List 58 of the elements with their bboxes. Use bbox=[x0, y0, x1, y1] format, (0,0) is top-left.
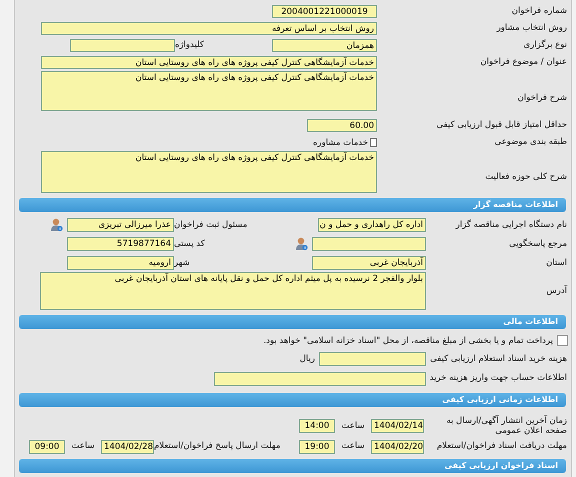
date-field[interactable]: 1404/02/28 bbox=[101, 440, 154, 454]
field-label: کد پستی bbox=[174, 239, 206, 250]
date-field[interactable]: 1404/02/20 bbox=[371, 440, 424, 454]
input-field[interactable]: آذربایجان غربی bbox=[312, 256, 426, 270]
field-label: شرح فراخوان bbox=[516, 92, 568, 105]
time-label: ساعت bbox=[70, 441, 96, 452]
document-icon bbox=[370, 138, 377, 147]
input-field[interactable] bbox=[312, 237, 426, 252]
field-label: شرح کلی حوزه فعالیت bbox=[484, 170, 568, 182]
field-label: شهر bbox=[174, 258, 191, 268]
input-field[interactable]: 60.00 bbox=[307, 119, 377, 132]
time-field[interactable]: 14:00 bbox=[299, 419, 335, 433]
field-label: مهلت ارسال پاسخ فراخوان/استعلام bbox=[154, 441, 282, 452]
input-field[interactable]: اداره کل راهداری و حمل و ن bbox=[318, 218, 426, 232]
text-area[interactable]: بلوار والفجر 2 نرسیده به پل میثم اداره کل حمل و نقل پایانه های استان آذربایجان غربی bbox=[40, 272, 426, 310]
section-header: اسناد فراخوان ارزیابی کیفی bbox=[19, 459, 566, 473]
field-label: اطلاعات حساب جهت واریز هزینه خرید bbox=[428, 373, 568, 384]
time-label: ساعت bbox=[340, 420, 366, 432]
input-field[interactable]: همزمان bbox=[272, 39, 377, 52]
section-header: اطلاعات مالی bbox=[19, 315, 566, 329]
input-field[interactable]: ارومیه bbox=[67, 256, 174, 270]
field-label: هزینه خرید اسناد استعلام ارزیابی کیفی bbox=[429, 354, 568, 364]
field-label: نام دستگاه اجرایی مناقصه گزار bbox=[454, 220, 568, 230]
checkbox[interactable] bbox=[557, 335, 568, 346]
input-field[interactable]: روش انتخاب بر اساس تعرفه bbox=[41, 22, 377, 35]
input-field[interactable]: عذرا میرزالی تبریزی bbox=[67, 218, 174, 232]
field-label: زمان آخرین انتشار آگهی/ارسال به صفحه اعلان عمومی bbox=[445, 416, 568, 436]
user-info-icon[interactable] bbox=[295, 237, 308, 252]
time-field[interactable]: 09:00 bbox=[29, 440, 65, 454]
field-label: آدرس bbox=[545, 286, 568, 296]
section-header: اطلاعات مناقصه گزار bbox=[19, 198, 566, 212]
field-label: عنوان / موضوع فراخوان bbox=[479, 57, 568, 68]
user-info-icon[interactable] bbox=[50, 218, 63, 232]
section-header: اطلاعات زمانی ارزیابی کیفی bbox=[19, 393, 566, 407]
field-label: شماره فراخوان bbox=[510, 6, 568, 17]
category-value: خدمات مشاوره bbox=[313, 138, 368, 148]
field-label: حداقل امتیاز قابل قبول ارزیابی کیفی bbox=[436, 120, 568, 131]
input-field[interactable] bbox=[70, 39, 175, 52]
field-label: مرجع پاسخگویی bbox=[508, 239, 568, 250]
input-field[interactable]: 2004001221000019 bbox=[272, 5, 377, 18]
input-field[interactable]: 5719877164 bbox=[67, 237, 174, 252]
input-field[interactable] bbox=[319, 352, 426, 366]
field-label: نوع برگزاری bbox=[522, 40, 568, 51]
input-field[interactable] bbox=[214, 372, 426, 386]
treasury-note: پرداخت تمام و یا بخشی از مبلغ مناقصه، از محل "اسناد خزانه اسلامی" خواهد بود. bbox=[263, 336, 553, 346]
text-area[interactable]: خدمات آزمایشگاهی کنترل کیفی پروژه های راه های روستایی استان bbox=[41, 150, 377, 193]
text-area[interactable]: خدمات آزمایشگاهی کنترل کیفی پروژه های راه های روستایی استان bbox=[41, 71, 377, 111]
date-field[interactable]: 1404/02/14 bbox=[371, 419, 424, 433]
currency-label: ریال bbox=[298, 354, 316, 364]
field-label: روش انتخاب مشاور bbox=[495, 23, 568, 34]
field-label: مسئول ثبت فراخوان bbox=[174, 220, 248, 230]
input-field[interactable]: خدمات آزمایشگاهی کنترل کیفی پروژه های راه های روستایی استان bbox=[41, 56, 377, 69]
field-label: کلیدواژه bbox=[175, 40, 205, 51]
time-field[interactable]: 19:00 bbox=[299, 440, 335, 454]
field-label: مهلت دریافت اسناد فراخوان/استعلام bbox=[436, 441, 568, 452]
field-label: طبقه بندی موضوعی bbox=[494, 137, 568, 148]
time-label: ساعت bbox=[340, 441, 366, 452]
field-label: استان bbox=[545, 258, 568, 268]
